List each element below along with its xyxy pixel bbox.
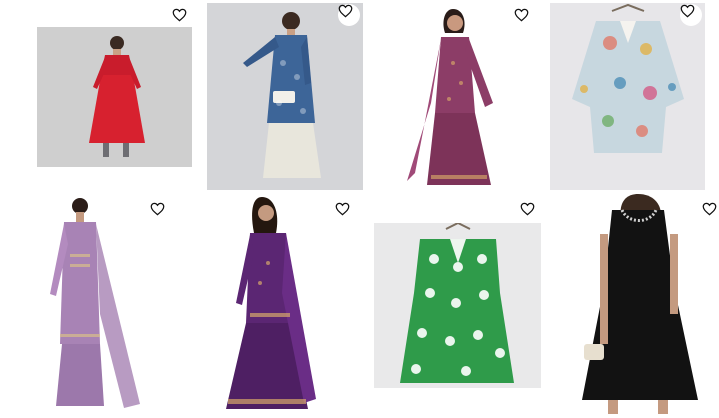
red-anarkali-kurta-photo [89,36,145,157]
wishlist-heart-button-3[interactable] [511,6,531,24]
heart-outline-icon [520,202,534,216]
heart-outline-icon [172,8,186,22]
heart-outline-icon [680,4,695,18]
wishlist-heart-button-6[interactable] [332,200,352,218]
wishlist-heart-button-2[interactable] [338,4,360,26]
heart-outline-icon [702,202,717,216]
wishlist-heart-button-5[interactable] [147,200,167,218]
heart-outline-icon [338,4,353,18]
wishlist-heart-button-8[interactable] [702,200,719,218]
product-image-1[interactable] [37,27,192,167]
heart-outline-icon [150,202,164,216]
heart-outline-icon [335,202,349,216]
heart-outline-icon [514,8,528,22]
product-image-4[interactable] [550,3,705,190]
product-image-8[interactable] [578,194,700,416]
black-sleeveless-dress-photo [582,194,698,414]
floral-print-top-photo [572,3,684,153]
product-image-6[interactable] [220,193,325,415]
mauve-sharara-suit-photo [407,9,493,185]
green-print-tunic-photo [400,223,514,383]
wishlist-heart-button-7[interactable] [517,200,537,218]
product-image-3[interactable] [405,3,505,188]
purple-lehenga-suit-photo [226,197,316,409]
product-image-7[interactable] [374,223,541,388]
product-image-2[interactable] [207,3,363,190]
product-image-5[interactable] [30,194,142,416]
wishlist-heart-button-4[interactable] [680,4,702,26]
blue-printed-kurta-set-photo [243,12,321,178]
lavender-palazzo-suit-photo [50,198,140,408]
wishlist-heart-button-1[interactable] [169,6,189,24]
